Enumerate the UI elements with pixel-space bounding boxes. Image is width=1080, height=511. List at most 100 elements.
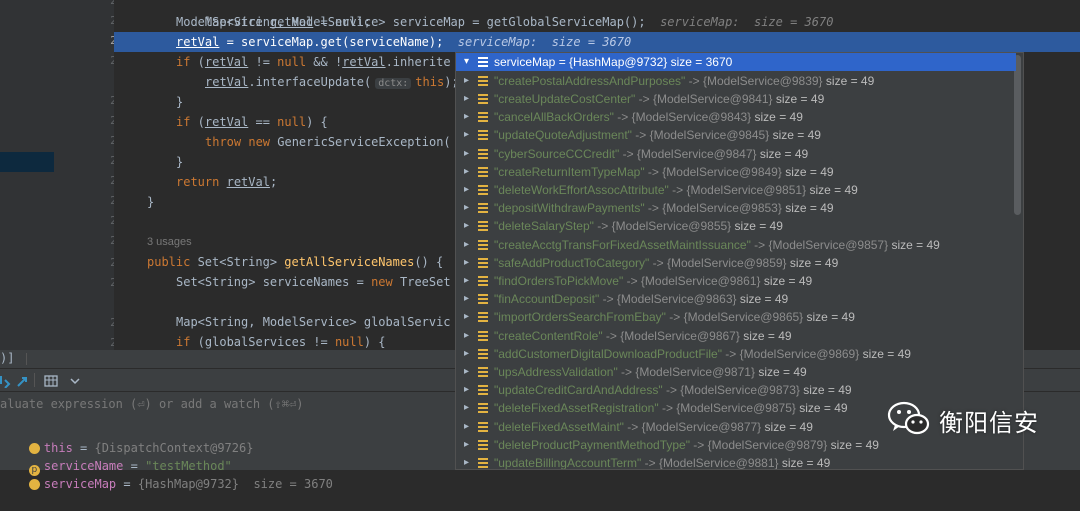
variable-row[interactable]: p serviceName = "testMethod" — [0, 439, 232, 476]
chevron-right-icon[interactable]: ▸ — [464, 90, 469, 108]
code-keyword: null — [277, 115, 307, 129]
map-entry-row[interactable]: ▸ "addCustomerDigitalDownloadProductFile"… — [456, 345, 1016, 363]
inline-debug-hint: serviceMap: size = 3670 — [660, 15, 834, 29]
entry-size: size = 49 — [781, 455, 831, 470]
chevron-right-icon[interactable]: ▸ — [464, 399, 469, 417]
code-text: TreeSet — [392, 275, 451, 289]
chevron-right-icon[interactable]: ▸ — [464, 327, 469, 345]
chevron-right-icon[interactable]: ▸ — [464, 254, 469, 272]
map-entry-row[interactable]: ▸ "cancelAllBackOrders" -> {ModelService@… — [456, 108, 1016, 126]
chevron-right-icon[interactable]: ▸ — [464, 236, 469, 254]
code-variable: retVal — [226, 175, 270, 189]
chevron-right-icon[interactable]: ▸ — [464, 272, 469, 290]
chevron-right-icon[interactable]: ▸ — [464, 199, 469, 217]
entry-size: size = 49 — [891, 237, 940, 252]
entry-size: size = 49 — [785, 164, 834, 179]
entry-size: size = 49 — [754, 110, 803, 125]
map-entry-row[interactable]: ▸ "importOrdersSearchFromEbay" -> {ModelS… — [456, 308, 1016, 326]
entry-size: size = 49 — [743, 328, 792, 343]
entry-key: "upsAddressValidation" — [494, 364, 618, 379]
entry-ref: -> {ModelService@9861} — [623, 273, 761, 288]
map-entry-row[interactable]: ▸ "updateQuoteAdjustment" -> {ModelServic… — [456, 126, 1016, 144]
row-text: "addCustomerDigitalDownloadProductFile" … — [494, 345, 911, 363]
entry-size: size = 49 — [799, 401, 848, 416]
table-view-icon[interactable] — [44, 373, 58, 387]
code-keyword: return — [176, 175, 220, 189]
entry-ref: -> {ModelService@9879} — [689, 437, 828, 452]
step-out-icon[interactable] — [16, 373, 30, 387]
map-entry-row[interactable]: ▸ "safeAddProductToCategory" -> {ModelSer… — [456, 254, 1016, 272]
field-list-icon — [478, 221, 488, 232]
variable-row[interactable]: this = {DispatchContext@9726} — [0, 421, 253, 455]
chevron-down-icon[interactable] — [68, 373, 82, 387]
row-text: "updateQuoteAdjustment" -> {ModelService… — [494, 126, 821, 144]
entry-key: "deleteWorkEffortAssocAttribute" — [494, 182, 669, 197]
chevron-right-icon[interactable]: ▸ — [464, 381, 469, 399]
map-entry-row[interactable]: ▸ "depositWithdrawPayments" -> {ModelServ… — [456, 199, 1016, 217]
variable-name: serviceMap — [494, 55, 556, 69]
field-list-icon — [478, 439, 488, 450]
entry-ref: -> {ModelService@9847} — [619, 146, 757, 161]
row-text: "findOrdersToPickMove" -> {ModelService@… — [494, 272, 812, 290]
map-entry-row[interactable]: ▸ "createReturnItemTypeMap" -> {ModelServ… — [456, 163, 1016, 181]
chevron-right-icon[interactable]: ▸ — [464, 290, 469, 308]
entry-key: "createAcctgTransForFixedAssetMaintIssua… — [494, 237, 751, 252]
chevron-right-icon[interactable]: ▸ — [464, 126, 469, 144]
map-entry-row[interactable]: ▸ "cyberSourceCCCredit" -> {ModelService@… — [456, 145, 1016, 163]
row-text: "safeAddProductToCategory" -> {ModelServ… — [494, 254, 838, 272]
chevron-right-icon[interactable]: ▸ — [464, 418, 469, 436]
chevron-right-icon[interactable]: ▸ — [464, 145, 469, 163]
chevron-right-icon[interactable]: ▸ — [464, 163, 469, 181]
entry-ref: -> {ModelService@9841} — [635, 91, 773, 106]
field-list-icon — [478, 403, 488, 414]
entry-ref: -> {ModelService@9849} — [644, 164, 782, 179]
variable-name: serviceMap — [43, 477, 117, 491]
entry-key: "updateQuoteAdjustment" — [494, 128, 632, 143]
map-entry-row[interactable]: ▸ "createAcctgTransForFixedAssetMaintIssu… — [456, 236, 1016, 254]
code-keyword: if — [176, 55, 191, 69]
row-text: "deleteProductPaymentMethodType" -> {Mod… — [494, 436, 879, 454]
code-line: } — [147, 195, 155, 209]
chevron-right-icon[interactable]: ▸ — [464, 217, 469, 235]
popup-root-row[interactable]: ▾ serviceMap = {HashMap@9732} size = 3670 — [456, 53, 1016, 71]
map-entry-row[interactable]: ▸ "deleteSalaryStep" -> {ModelService@985… — [456, 217, 1016, 235]
code-text: () { — [414, 255, 444, 269]
usages-hint[interactable]: 3 usages — [147, 232, 192, 252]
map-entry-row[interactable]: ▸ "upsAddressValidation" -> {ModelService… — [456, 363, 1016, 381]
code-line: public Set<String> getAllServiceNames() … — [147, 252, 443, 272]
chevron-right-icon[interactable]: ▸ — [464, 181, 469, 199]
chevron-right-icon[interactable]: ▸ — [464, 436, 469, 454]
row-text: "depositWithdrawPayments" -> {ModelServi… — [494, 199, 834, 217]
chevron-down-icon[interactable]: ▾ — [464, 53, 469, 71]
map-entry-row[interactable]: ▸ "finAccountDeposit" -> {ModelService@98… — [456, 290, 1016, 308]
code-variable: retVal — [176, 35, 220, 49]
row-text: "deleteWorkEffortAssocAttribute" -> {Mod… — [494, 181, 858, 199]
code-line: return retVal; — [176, 172, 277, 192]
parameter-hint: dctx: — [375, 78, 412, 89]
map-entry-row[interactable]: ▸ "createPostalAddressAndPurposes" -> {Mo… — [456, 72, 1016, 90]
chevron-right-icon[interactable]: ▸ — [464, 72, 469, 90]
entry-size: size = 49 — [775, 91, 825, 106]
row-text: "createPostalAddressAndPurposes" -> {Mod… — [494, 72, 874, 90]
debug-tab-label[interactable]: )] — [0, 351, 14, 365]
divider — [26, 353, 27, 365]
field-list-icon — [478, 275, 488, 286]
map-entry-row[interactable]: ▸ "createContentRole" -> {ModelService@98… — [456, 327, 1016, 345]
map-entry-row[interactable]: ▸ "updateBillingAccountTerm" -> {ModelSer… — [456, 454, 1016, 470]
code-keyword: null — [334, 335, 364, 349]
chevron-right-icon[interactable]: ▸ — [464, 308, 469, 326]
map-entry-row[interactable]: ▸ "deleteWorkEffortAssocAttribute" -> {Mo… — [456, 181, 1016, 199]
chevron-right-icon[interactable]: ▸ — [464, 363, 469, 381]
code-text: ModelService — [176, 15, 270, 29]
code-variable: retVal — [269, 15, 314, 29]
chevron-right-icon[interactable]: ▸ — [464, 454, 469, 469]
variable-row[interactable]: serviceMap = {HashMap@9732} size = 3670 — [0, 457, 333, 491]
map-entry-row[interactable]: ▸ "createUpdateCostCenter" -> {ModelServi… — [456, 90, 1016, 108]
chevron-right-icon[interactable]: ▸ — [464, 345, 469, 363]
entry-size: size = 49 — [803, 383, 852, 398]
chevron-right-icon[interactable]: ▸ — [464, 108, 469, 126]
step-into-icon[interactable] — [0, 373, 12, 389]
code-text: ( — [190, 55, 205, 69]
entry-key: "findOrdersToPickMove" — [494, 273, 624, 288]
map-entry-row[interactable]: ▸ "findOrdersToPickMove" -> {ModelService… — [456, 272, 1016, 290]
